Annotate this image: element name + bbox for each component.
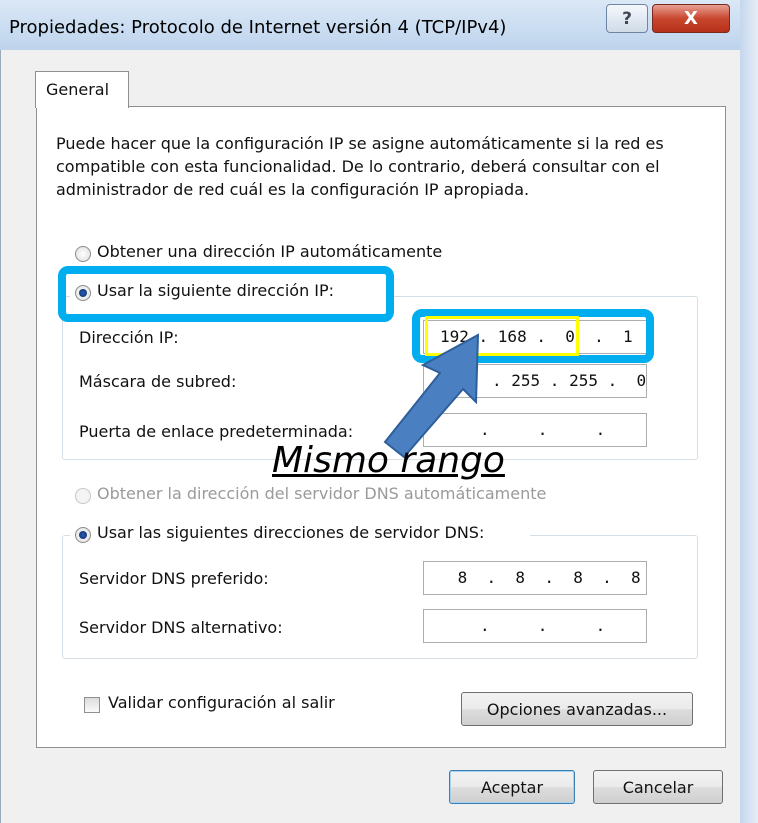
- tab-general-label: General: [46, 80, 110, 99]
- arrow-shape: [383, 333, 480, 459]
- tab-general[interactable]: General: [35, 71, 129, 108]
- pointer-arrow: [383, 333, 480, 459]
- same-range-annotation: Mismo rango: [272, 440, 505, 481]
